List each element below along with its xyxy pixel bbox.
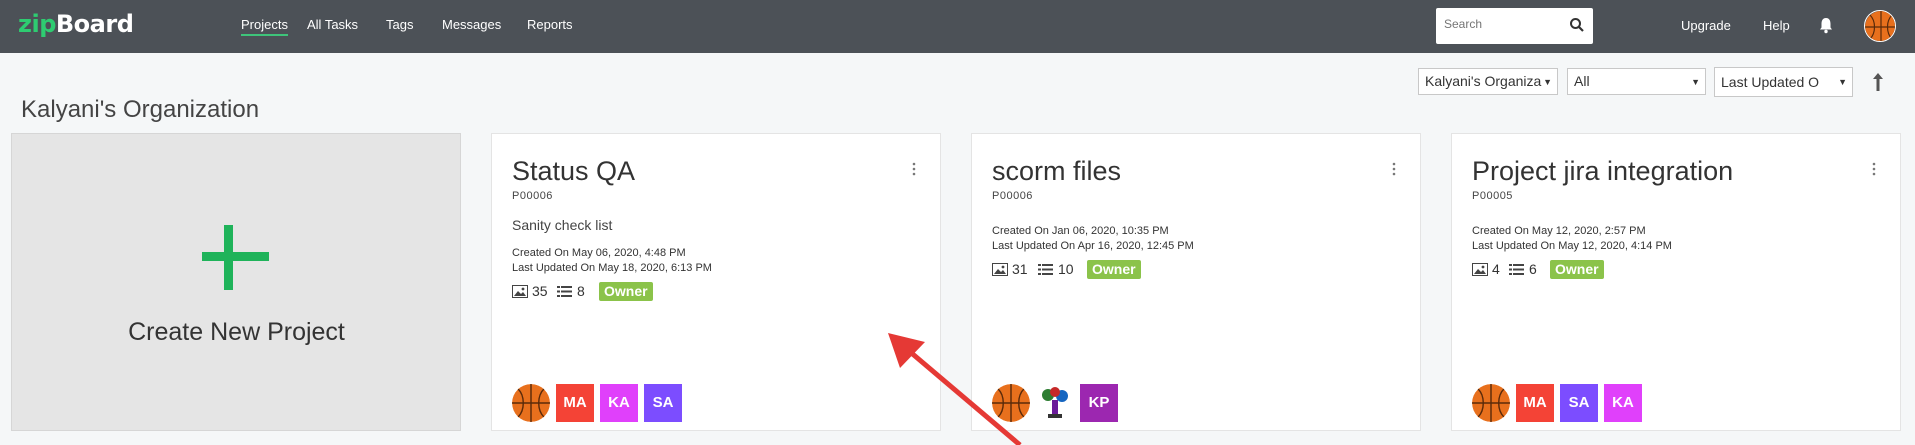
logo-board: Board bbox=[55, 10, 134, 38]
project-title[interactable]: Project jira integration bbox=[1472, 156, 1733, 187]
member-avatar-ma[interactable]: MA bbox=[556, 384, 594, 422]
member-avatar-sa[interactable]: SA bbox=[644, 384, 682, 422]
plus-icon-horizontal bbox=[202, 252, 269, 261]
more-options-icon[interactable] bbox=[1872, 162, 1876, 176]
nav-reports[interactable]: Reports bbox=[527, 17, 573, 32]
create-project-label: Create New Project bbox=[128, 318, 345, 346]
organization-select-value: Kalyani's Organiza bbox=[1425, 73, 1542, 89]
member-avatar-ka[interactable]: KA bbox=[1604, 384, 1642, 422]
project-card[interactable]: Project jira integration P00005 Created … bbox=[1451, 133, 1901, 431]
chevron-down-icon: ▼ bbox=[1691, 77, 1700, 87]
image-icon bbox=[512, 285, 528, 298]
top-navigation-bar: zipBoard Projects All Tasks Tags Message… bbox=[0, 0, 1915, 53]
character-avatar-icon bbox=[1042, 387, 1068, 418]
notification-bell-icon[interactable] bbox=[1817, 16, 1835, 34]
list-count: 6 bbox=[1529, 261, 1537, 277]
list-count: 8 bbox=[577, 283, 585, 299]
search-box bbox=[1436, 8, 1593, 44]
basketball-icon bbox=[1472, 384, 1510, 422]
sort-select-value: Last Updated O bbox=[1721, 74, 1820, 90]
image-count: 4 bbox=[1492, 261, 1500, 277]
search-icon[interactable] bbox=[1569, 17, 1585, 33]
organization-title: Kalyani's Organization bbox=[21, 96, 260, 123]
sort-direction-icon[interactable] bbox=[1870, 71, 1886, 93]
owner-badge: Owner bbox=[599, 282, 653, 301]
project-card[interactable]: Status QA P00006 Sanity check list Creat… bbox=[491, 133, 941, 431]
updated-date: Last Updated On Apr 16, 2020, 12:45 PM bbox=[992, 240, 1194, 252]
help-link[interactable]: Help bbox=[1763, 18, 1790, 33]
project-stats: 35 8 Owner bbox=[512, 282, 712, 302]
image-icon bbox=[992, 263, 1008, 276]
annotation-arrow-icon bbox=[888, 333, 1022, 445]
created-date: Created On Jan 06, 2020, 10:35 PM bbox=[992, 225, 1169, 237]
logo-zip: zip bbox=[18, 10, 56, 38]
project-id: P00006 bbox=[512, 190, 553, 202]
owner-badge: Owner bbox=[1550, 260, 1604, 279]
zipboard-logo[interactable]: zipBoard bbox=[18, 10, 134, 38]
basketball-icon bbox=[512, 384, 550, 422]
member-avatar[interactable] bbox=[1472, 384, 1510, 422]
image-icon bbox=[1472, 263, 1488, 276]
project-id: P00005 bbox=[1472, 190, 1513, 202]
basketball-icon bbox=[1865, 11, 1895, 41]
nav-projects[interactable]: Projects bbox=[241, 17, 288, 36]
create-project-card[interactable] bbox=[11, 133, 461, 431]
search-input[interactable] bbox=[1444, 17, 1564, 31]
updated-date: Last Updated On May 18, 2020, 6:13 PM bbox=[512, 262, 712, 274]
created-date: Created On May 06, 2020, 4:48 PM bbox=[512, 247, 686, 259]
project-stats: 4 6 Owner bbox=[1472, 260, 1672, 280]
user-avatar[interactable] bbox=[1864, 10, 1896, 42]
list-icon bbox=[1509, 264, 1524, 275]
more-options-icon[interactable] bbox=[912, 162, 916, 176]
project-title[interactable]: Status QA bbox=[512, 156, 635, 187]
updated-date: Last Updated On May 12, 2020, 4:14 PM bbox=[1472, 240, 1672, 252]
nav-messages[interactable]: Messages bbox=[442, 17, 501, 32]
organization-select[interactable]: Kalyani's Organiza ▼ bbox=[1418, 68, 1558, 95]
image-count: 31 bbox=[1012, 261, 1028, 277]
status-filter-value: All bbox=[1574, 73, 1590, 89]
sort-select[interactable]: Last Updated O ▼ bbox=[1714, 67, 1853, 97]
upgrade-link[interactable]: Upgrade bbox=[1681, 18, 1731, 33]
member-avatar-kp[interactable]: KP bbox=[1080, 384, 1118, 422]
project-stats: 31 10 Owner bbox=[992, 260, 1192, 280]
list-icon bbox=[1038, 264, 1053, 275]
project-id: P00006 bbox=[992, 190, 1033, 202]
project-description: Sanity check list bbox=[512, 217, 613, 233]
member-avatar-ma[interactable]: MA bbox=[1516, 384, 1554, 422]
created-date: Created On May 12, 2020, 2:57 PM bbox=[1472, 225, 1646, 237]
chevron-down-icon: ▼ bbox=[1543, 77, 1552, 87]
member-avatar-figure[interactable] bbox=[1036, 384, 1074, 422]
chevron-down-icon: ▼ bbox=[1838, 77, 1847, 87]
member-avatar-ka[interactable]: KA bbox=[600, 384, 638, 422]
list-icon bbox=[557, 286, 572, 297]
list-count: 10 bbox=[1058, 261, 1074, 277]
owner-badge: Owner bbox=[1087, 260, 1141, 279]
nav-all-tasks[interactable]: All Tasks bbox=[307, 17, 358, 32]
member-avatar-sa[interactable]: SA bbox=[1560, 384, 1598, 422]
image-count: 35 bbox=[532, 283, 548, 299]
project-title[interactable]: scorm files bbox=[992, 156, 1121, 187]
more-options-icon[interactable] bbox=[1392, 162, 1396, 176]
member-avatar[interactable] bbox=[512, 384, 550, 422]
status-filter-select[interactable]: All ▼ bbox=[1567, 68, 1706, 95]
nav-tags[interactable]: Tags bbox=[386, 17, 413, 32]
